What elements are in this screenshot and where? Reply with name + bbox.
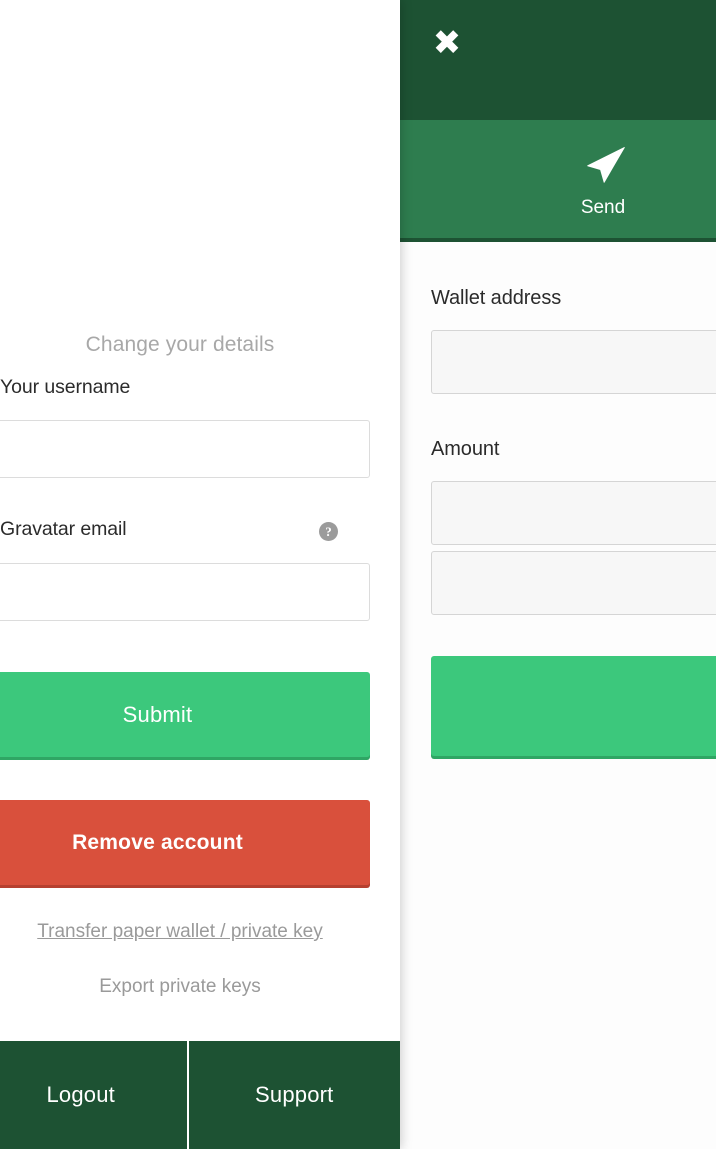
remove-account-button[interactable]: Remove account [0,800,370,885]
page-title: Change your details [85,333,275,356]
username-input[interactable] [0,420,370,478]
drawer-send-button[interactable] [431,656,716,756]
account-settings-content: Change your details Your username Gravat… [0,0,400,1041]
drawer-header: ✖ [400,0,716,120]
gravatar-email-label: Gravatar email [0,518,127,540]
username-label: Your username [0,376,131,398]
paper-plane-icon [587,147,625,183]
export-private-keys-link[interactable]: Export private keys [0,976,385,998]
gravatar-email-input[interactable] [0,563,370,621]
app-root: ✖ Send Wallet address Amount Change your… [0,0,716,1149]
amount-label: Amount [431,438,500,460]
transfer-paper-wallet-link[interactable]: Transfer paper wallet / private key [0,921,385,943]
amount-input[interactable] [431,481,716,545]
submit-button[interactable]: Submit [0,672,370,757]
tab-send[interactable]: Send [400,120,716,242]
help-icon[interactable]: ? [319,522,338,541]
wallet-address-label: Wallet address [431,287,562,309]
account-settings-panel: Change your details Your username Gravat… [0,0,400,1149]
close-icon[interactable]: ✖ [431,26,463,60]
tab-send-label: Send [580,197,626,218]
logout-button[interactable]: Logout [0,1041,189,1149]
drawer-body: Wallet address Amount [400,246,716,1149]
footer-bar: Logout Support [0,1041,400,1149]
send-drawer-panel: ✖ Send Wallet address Amount [400,0,716,1149]
amount-currency-input[interactable] [431,551,716,615]
support-button[interactable]: Support [189,1041,401,1149]
wallet-address-input[interactable] [431,330,716,394]
